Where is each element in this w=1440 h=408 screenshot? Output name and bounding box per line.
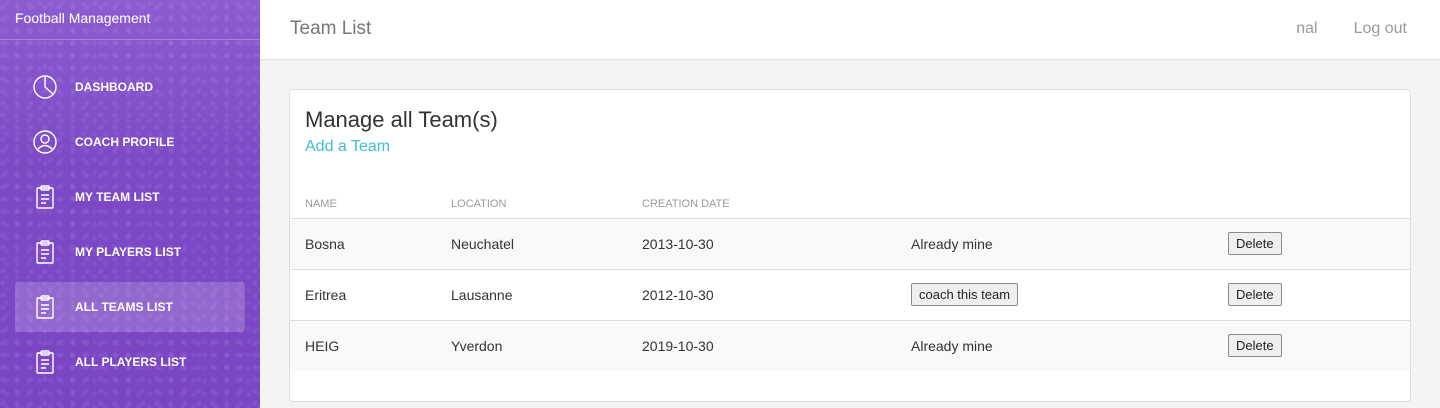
delete-button[interactable]: Delete [1228, 283, 1282, 306]
delete-button[interactable]: Delete [1228, 232, 1282, 255]
team-table: NAME LOCATION CREATION DATE Bosna Neucha… [290, 190, 1410, 371]
logout-link[interactable]: Log out [1354, 20, 1407, 38]
sidebar-nav: DASHBOARD COACH PROFILE MY TEAM LIST MY … [0, 62, 260, 387]
top-links: nal Log out [1296, 20, 1407, 38]
sidebar-item-label: ALL PLAYERS LIST [75, 355, 187, 369]
pie-chart-icon [31, 73, 59, 101]
column-header-action [1213, 190, 1410, 219]
user-link[interactable]: nal [1296, 20, 1317, 38]
team-action-cell: Delete [1213, 269, 1410, 321]
table-row: Eritrea Lausanne 2012-10-30 coach this t… [290, 269, 1410, 321]
sidebar-item-my-players-list[interactable]: MY PLAYERS LIST [15, 227, 245, 277]
team-location-cell: Yverdon [451, 337, 503, 354]
sidebar-item-label: DASHBOARD [75, 80, 153, 94]
team-action-cell: Delete [1213, 320, 1410, 371]
sidebar-item-label: MY PLAYERS LIST [75, 245, 182, 259]
sidebar-item-dashboard[interactable]: DASHBOARD [15, 62, 245, 112]
team-date-cell: 2012-10-30 [627, 269, 896, 321]
coach-team-button[interactable]: coach this team [911, 283, 1019, 306]
team-location-cell: Neuchatel [436, 218, 627, 270]
table-header-row: NAME LOCATION CREATION DATE [290, 190, 1410, 219]
sidebar-item-coach-profile[interactable]: COACH PROFILE [15, 117, 245, 167]
clipboard-icon [31, 183, 59, 211]
table-row: Bosna Neuchatel 2013-10-30 Already mine … [290, 218, 1410, 270]
sidebar-item-all-teams-list[interactable]: ALL TEAMS LIST [15, 282, 245, 332]
user-icon [31, 128, 59, 156]
card-title: Manage all Team(s) [305, 107, 498, 132]
team-card: Manage all Team(s) Add a Team NAME LOCAT… [289, 89, 1411, 402]
table-row: HEIG Yverdon 2019-10-30 Already mine Del… [290, 320, 1410, 371]
main-content: Manage all Team(s) Add a Team NAME LOCAT… [260, 60, 1440, 408]
add-team-link[interactable]: Add a Team [305, 138, 390, 156]
column-header-status [896, 190, 1213, 219]
clipboard-icon [31, 348, 59, 376]
column-header-location: LOCATION [436, 190, 627, 219]
team-status-cell: coach this team [896, 269, 1213, 321]
team-location-cell: Lausanne [436, 269, 627, 321]
sidebar-item-label: ALL TEAMS LIST [75, 300, 173, 314]
page-title: Team List [290, 18, 372, 39]
top-bar: Team List nal Log out [260, 0, 1440, 60]
column-header-creation-date: CREATION DATE [627, 190, 896, 219]
sidebar-item-my-team-list[interactable]: MY TEAM LIST [15, 172, 245, 222]
team-action-cell: Delete [1213, 218, 1410, 270]
team-status-cell: Already mine [896, 218, 1213, 270]
sidebar-item-all-players-list[interactable]: ALL PLAYERS LIST [15, 337, 245, 387]
team-name-cell: HEIG [305, 337, 340, 354]
app-brand[interactable]: Football Management [0, 0, 260, 40]
team-status-cell: Already mine [911, 337, 993, 354]
delete-button[interactable]: Delete [1228, 334, 1282, 358]
column-header-name: NAME [290, 190, 436, 219]
sidebar: Football Management DASHBOARD COACH PROF… [0, 0, 260, 408]
team-name-cell: Bosna [290, 218, 436, 270]
sidebar-item-label: MY TEAM LIST [75, 190, 160, 204]
team-name-cell: Eritrea [290, 269, 436, 321]
sidebar-item-label: COACH PROFILE [75, 135, 175, 149]
clipboard-icon [31, 238, 59, 266]
team-date-cell: 2019-10-30 [642, 337, 714, 354]
clipboard-icon [31, 293, 59, 321]
team-date-cell: 2013-10-30 [627, 218, 896, 270]
